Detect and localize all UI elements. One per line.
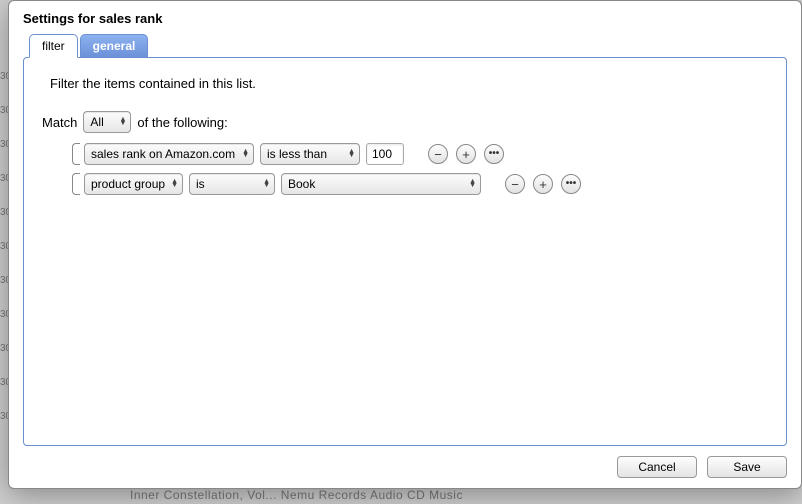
tab-general[interactable]: general	[80, 34, 149, 58]
tab-filter[interactable]: filter	[29, 34, 78, 58]
save-button[interactable]: Save	[707, 456, 787, 478]
cancel-button[interactable]: Cancel	[617, 456, 697, 478]
rule-operator-select[interactable]: is ▲▼	[189, 173, 275, 195]
rule-field-value: sales rank on Amazon.com	[91, 147, 235, 161]
remove-rule-button[interactable]: −	[505, 174, 525, 194]
rule-bracket-icon	[72, 143, 80, 165]
tab-strip: filter general	[29, 34, 787, 57]
save-button-label: Save	[733, 460, 760, 474]
filter-rule: sales rank on Amazon.com ▲▼ is less than…	[72, 143, 768, 165]
match-line: Match All ▲▼ of the following:	[42, 111, 768, 133]
chevron-updown-icon: ▲▼	[348, 150, 355, 158]
rule-options-button[interactable]: •••	[484, 144, 504, 164]
rule-field-select[interactable]: sales rank on Amazon.com ▲▼	[84, 143, 254, 165]
filter-panel: Filter the items contained in this list.…	[23, 57, 787, 446]
rule-field-select[interactable]: product group ▲▼	[84, 173, 183, 195]
filter-intro: Filter the items contained in this list.	[50, 76, 768, 91]
tab-area: filter general Filter the items containe…	[9, 34, 801, 446]
tab-filter-label: filter	[42, 39, 65, 53]
plus-icon: +	[462, 148, 470, 161]
remove-rule-button[interactable]: −	[428, 144, 448, 164]
plus-icon: +	[539, 178, 547, 191]
rule-field-value: product group	[91, 177, 165, 191]
rule-options-button[interactable]: •••	[561, 174, 581, 194]
minus-icon: −	[511, 178, 519, 191]
chevron-updown-icon: ▲▼	[469, 180, 476, 188]
rule-value-text: Book	[288, 177, 315, 191]
tab-general-label: general	[93, 39, 136, 53]
minus-icon: −	[434, 148, 442, 161]
add-rule-button[interactable]: +	[456, 144, 476, 164]
add-rule-button[interactable]: +	[533, 174, 553, 194]
dialog-title: Settings for sales rank	[9, 1, 801, 34]
settings-dialog: Settings for sales rank filter general F…	[8, 0, 802, 489]
rule-operator-value: is	[196, 177, 205, 191]
rule-bracket-icon	[72, 173, 80, 195]
chevron-updown-icon: ▲▼	[242, 150, 249, 158]
match-mode-select[interactable]: All ▲▼	[83, 111, 131, 133]
rule-operator-value: is less than	[267, 147, 327, 161]
chevron-updown-icon: ▲▼	[171, 180, 178, 188]
rule-value-select[interactable]: Book ▲▼	[281, 173, 481, 195]
match-mode-value: All	[90, 115, 103, 129]
cancel-button-label: Cancel	[638, 460, 675, 474]
rule-value-input[interactable]	[366, 143, 404, 165]
rules-list: sales rank on Amazon.com ▲▼ is less than…	[72, 143, 768, 195]
ellipsis-icon: •••	[566, 179, 577, 189]
rule-operator-select[interactable]: is less than ▲▼	[260, 143, 360, 165]
backdrop-bottom-text: Inner Constellation, Vol... Nemu Records…	[0, 488, 802, 502]
chevron-updown-icon: ▲▼	[119, 118, 126, 126]
match-prefix: Match	[42, 115, 77, 130]
filter-rule: product group ▲▼ is ▲▼ Book ▲▼ −	[72, 173, 768, 195]
ellipsis-icon: •••	[489, 149, 500, 159]
dialog-button-row: Cancel Save	[9, 446, 801, 488]
match-suffix: of the following:	[137, 115, 227, 130]
chevron-updown-icon: ▲▼	[263, 180, 270, 188]
